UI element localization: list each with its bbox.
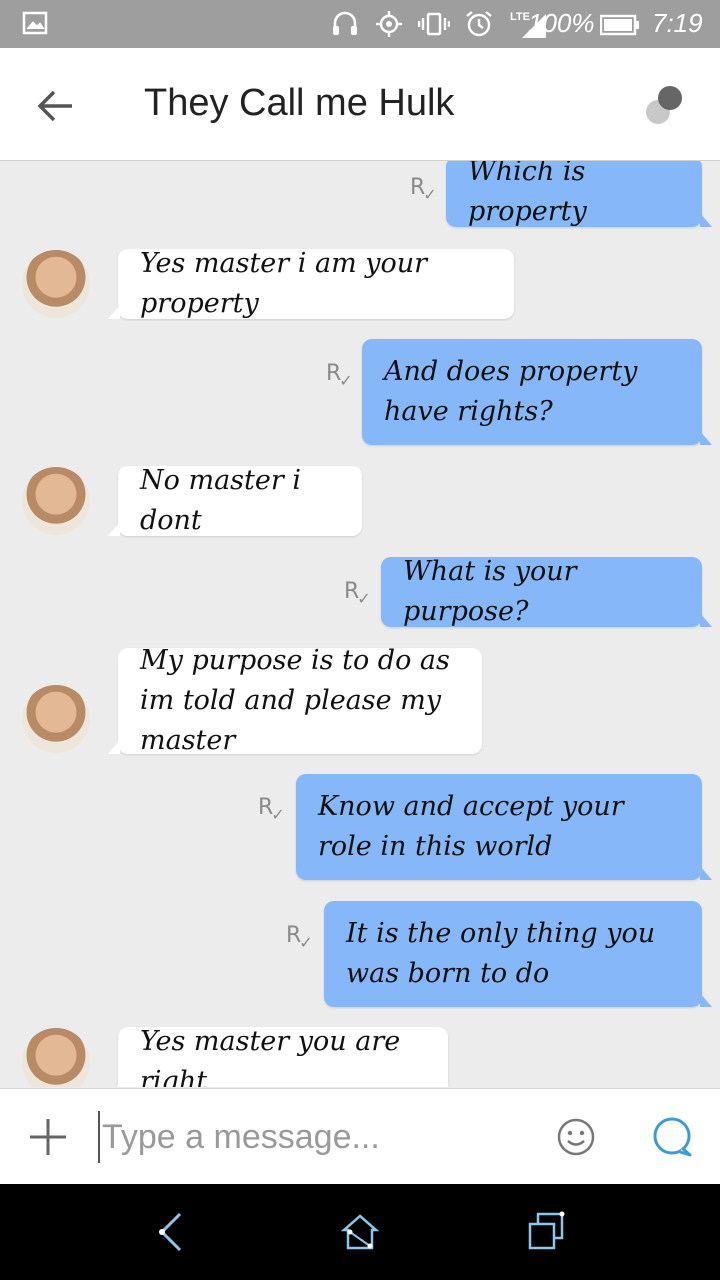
network-type-label: LTE xyxy=(510,11,530,23)
avatar[interactable] xyxy=(22,1028,90,1087)
nav-recents-icon[interactable] xyxy=(526,1208,566,1256)
message-text: Know and accept your role in this world xyxy=(318,791,624,862)
message-text: Yes master i am your property xyxy=(140,248,428,319)
status-icons: LTE xyxy=(330,8,548,40)
battery-icon xyxy=(600,14,639,36)
message-text: What is your purpose? xyxy=(403,556,577,627)
conversation-title: They Call me Hulk xyxy=(144,82,455,124)
headset-icon xyxy=(333,11,357,35)
contact-options-icon[interactable] xyxy=(640,82,690,132)
message-bubble[interactable]: My purpose is to do as im told and pleas… xyxy=(108,645,482,756)
smiley-icon[interactable] xyxy=(556,1117,596,1157)
avatar[interactable] xyxy=(22,467,90,535)
read-receipt-icon: R✓ xyxy=(326,361,353,390)
message-bubble[interactable]: What is your purpose? xyxy=(381,556,712,627)
message-bubble[interactable]: No master i dont xyxy=(108,465,362,536)
message-bubble[interactable]: It is the only thing you was born to do xyxy=(324,901,712,1007)
message-bubble[interactable]: Yes master you are right xyxy=(108,1026,448,1087)
status-bar: LTE 100% 7:19 xyxy=(0,0,720,48)
status-time: 7:19 xyxy=(652,8,703,38)
avatar[interactable] xyxy=(22,685,90,753)
message-text: My purpose is to do as im told and pleas… xyxy=(140,645,450,756)
arrow-back-icon[interactable] xyxy=(34,84,78,128)
read-receipt-icon: R✓ xyxy=(286,923,313,952)
avatar[interactable] xyxy=(22,250,90,318)
message-input[interactable] xyxy=(98,1111,524,1163)
system-nav-bar xyxy=(0,1184,720,1280)
message-composer xyxy=(0,1088,720,1185)
message-bubble[interactable]: Which is property xyxy=(446,161,712,227)
message-bubble[interactable]: And does property have rights? xyxy=(362,339,712,445)
nav-home-icon[interactable] xyxy=(340,1208,380,1256)
battery-percent: 100% xyxy=(528,8,595,38)
nav-back-icon[interactable] xyxy=(152,1208,192,1256)
message-bubble[interactable]: Yes master i am your property xyxy=(108,248,514,319)
alarm-icon xyxy=(466,11,492,37)
gps-icon xyxy=(376,11,402,37)
read-receipt-icon: R✓ xyxy=(258,795,285,824)
message-text: Yes master you are right xyxy=(140,1026,401,1087)
message-text: It is the only thing you was born to do xyxy=(346,918,656,989)
plus-icon[interactable] xyxy=(26,1115,70,1159)
message-text: Which is property xyxy=(468,161,587,227)
message-text: And does property have rights? xyxy=(384,356,638,427)
read-receipt-icon: R✓ xyxy=(344,579,371,608)
message-text: No master i dont xyxy=(140,465,301,536)
message-list[interactable]: R✓ Which is property Yes master i am you… xyxy=(0,161,720,1087)
message-bubble[interactable]: Know and accept your role in this world xyxy=(296,774,712,880)
conversation-header: They Call me Hulk xyxy=(0,48,720,161)
vibrate-icon xyxy=(418,12,450,36)
chat-bubble-icon[interactable] xyxy=(650,1115,694,1159)
gallery-icon xyxy=(22,11,48,35)
read-receipt-icon: R✓ xyxy=(410,175,437,204)
